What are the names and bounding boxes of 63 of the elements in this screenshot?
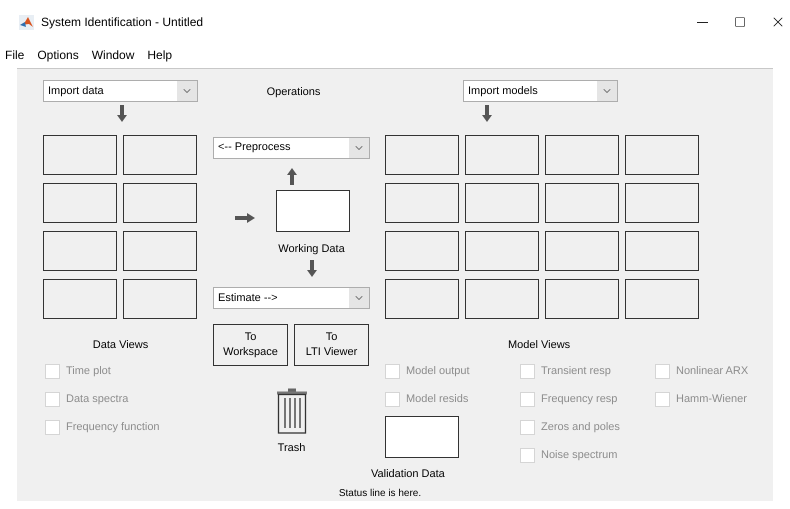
plot-slot[interactable] <box>465 279 539 319</box>
plot-slot[interactable] <box>43 279 117 319</box>
section-label: Trash <box>278 441 306 456</box>
plot-slot[interactable] <box>545 279 619 319</box>
section-label: Data Views <box>92 338 148 352</box>
plot-slot[interactable] <box>43 183 117 223</box>
plot-slot[interactable] <box>625 135 699 175</box>
checkbox-label: Zeros and poles <box>541 420 620 435</box>
window-title: System Identification - Untitled <box>41 14 204 31</box>
menu-item[interactable]: Help <box>147 46 172 64</box>
maximize-icon <box>734 16 746 28</box>
dropdown[interactable]: Import data <box>43 80 198 102</box>
section-label: Validation Data <box>371 467 445 482</box>
checkbox-label: Model resids <box>406 392 468 407</box>
down-arrow-icon <box>117 105 127 122</box>
checkbox-label: Transient resp <box>541 364 611 379</box>
down-arrow-icon <box>306 260 316 277</box>
plot-slot[interactable] <box>625 183 699 223</box>
plot-slot[interactable] <box>43 231 117 271</box>
checkbox-label: Nonlinear ARX <box>676 364 748 379</box>
dropdown[interactable]: Import models <box>463 80 618 102</box>
plot-slot[interactable] <box>465 231 539 271</box>
trash-can-icon[interactable] <box>276 388 308 434</box>
section-label: Operations <box>266 85 320 100</box>
checkbox-label: Frequency resp <box>541 392 618 407</box>
menu-item[interactable]: Options <box>37 46 79 64</box>
plot-slot[interactable] <box>123 135 197 175</box>
plot-slot[interactable] <box>545 231 619 271</box>
checkbox-label: Data spectra <box>66 392 128 407</box>
plot-slot[interactable] <box>385 183 459 223</box>
section-label: Working Data <box>278 242 345 256</box>
section-label: Model Views <box>508 338 570 352</box>
plot-slot[interactable] <box>465 135 539 175</box>
plot-slot[interactable] <box>465 183 539 223</box>
plot-slot[interactable] <box>385 231 459 271</box>
status-line: Status line is here. <box>338 486 422 500</box>
plot-slot[interactable] <box>123 231 197 271</box>
checkbox-label: Noise spectrum <box>541 448 618 463</box>
plot-slot[interactable] <box>625 231 699 271</box>
validation-data-slot[interactable] <box>385 416 459 458</box>
plot-slot[interactable] <box>545 135 619 175</box>
down-arrow-icon <box>482 105 492 122</box>
menu-item[interactable]: Window <box>92 46 134 64</box>
action-button[interactable]: To Workspace <box>213 324 288 366</box>
plot-slot[interactable] <box>545 183 619 223</box>
plot-slot[interactable] <box>385 135 459 175</box>
plot-slot[interactable] <box>625 279 699 319</box>
plot-slot[interactable] <box>43 135 117 175</box>
right-arrow-icon <box>235 212 255 222</box>
dropdown[interactable]: <-- Preprocess <box>213 136 370 158</box>
checkbox-label: Model output <box>406 364 470 379</box>
plot-slot[interactable] <box>123 183 197 223</box>
checkbox-label: Frequency function <box>66 420 160 435</box>
checkbox-label: Time plot <box>66 364 111 379</box>
menu-item[interactable]: File <box>5 46 24 64</box>
dropdown[interactable]: Estimate --> <box>213 287 370 309</box>
app-logo-icon <box>19 14 34 30</box>
plot-slot[interactable] <box>123 279 197 319</box>
up-arrow-icon <box>286 168 296 184</box>
checkbox-label: Hamm-Wiener <box>676 392 747 407</box>
action-button[interactable]: To LTI Viewer <box>294 324 369 366</box>
plot-slot[interactable] <box>385 279 459 319</box>
working-data-slot[interactable] <box>276 190 350 232</box>
